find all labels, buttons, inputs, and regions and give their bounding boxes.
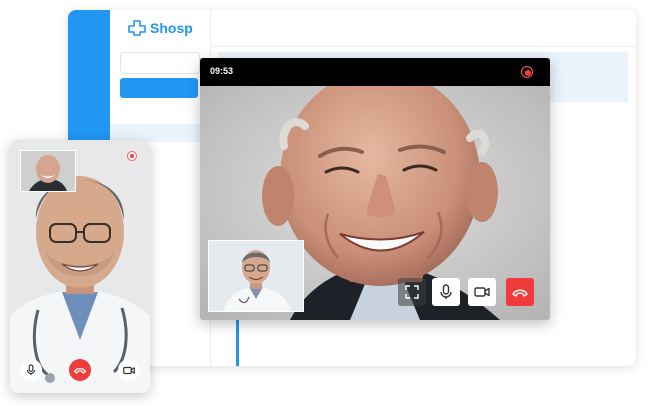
cloud-cross-logo-icon — [128, 20, 146, 36]
phone-self-view-pip[interactable] — [20, 150, 76, 192]
sidebar-primary-button[interactable] — [120, 78, 198, 98]
app-logo[interactable]: Shosp — [128, 18, 193, 38]
app-header — [210, 10, 636, 47]
mute-button[interactable] — [432, 278, 460, 306]
timeline-line — [236, 320, 239, 366]
camera-toggle-button[interactable] — [468, 278, 496, 306]
hangup-icon — [73, 368, 87, 374]
camera-icon — [474, 287, 490, 297]
video-call-window: 09:53 — [200, 58, 550, 320]
hangup-button[interactable] — [506, 278, 534, 306]
doctor-thumbnail — [209, 241, 303, 311]
phone-mute-button[interactable] — [20, 359, 42, 381]
elderly-man-thumbnail — [21, 151, 75, 191]
camera-icon — [123, 366, 135, 374]
mic-icon — [26, 364, 36, 375]
call-timer: 09:53 — [210, 66, 234, 76]
phone-hangup-button[interactable] — [69, 359, 91, 381]
phone-camera-button[interactable] — [118, 359, 140, 381]
phone-record-icon[interactable] — [127, 151, 137, 161]
mic-icon — [440, 284, 452, 299]
record-icon[interactable] — [521, 66, 533, 78]
fullscreen-button[interactable] — [398, 278, 426, 306]
app-logo-text: Shosp — [150, 20, 193, 36]
fullscreen-icon — [405, 285, 419, 299]
hangup-icon — [512, 289, 528, 297]
self-view-pip[interactable] — [208, 240, 304, 312]
video-topbar: 09:53 — [200, 58, 550, 86]
record-dot — [525, 70, 531, 76]
phone-record-dot — [130, 154, 134, 158]
phone-call-card — [10, 140, 150, 393]
sidebar-search-input[interactable] — [120, 52, 200, 74]
